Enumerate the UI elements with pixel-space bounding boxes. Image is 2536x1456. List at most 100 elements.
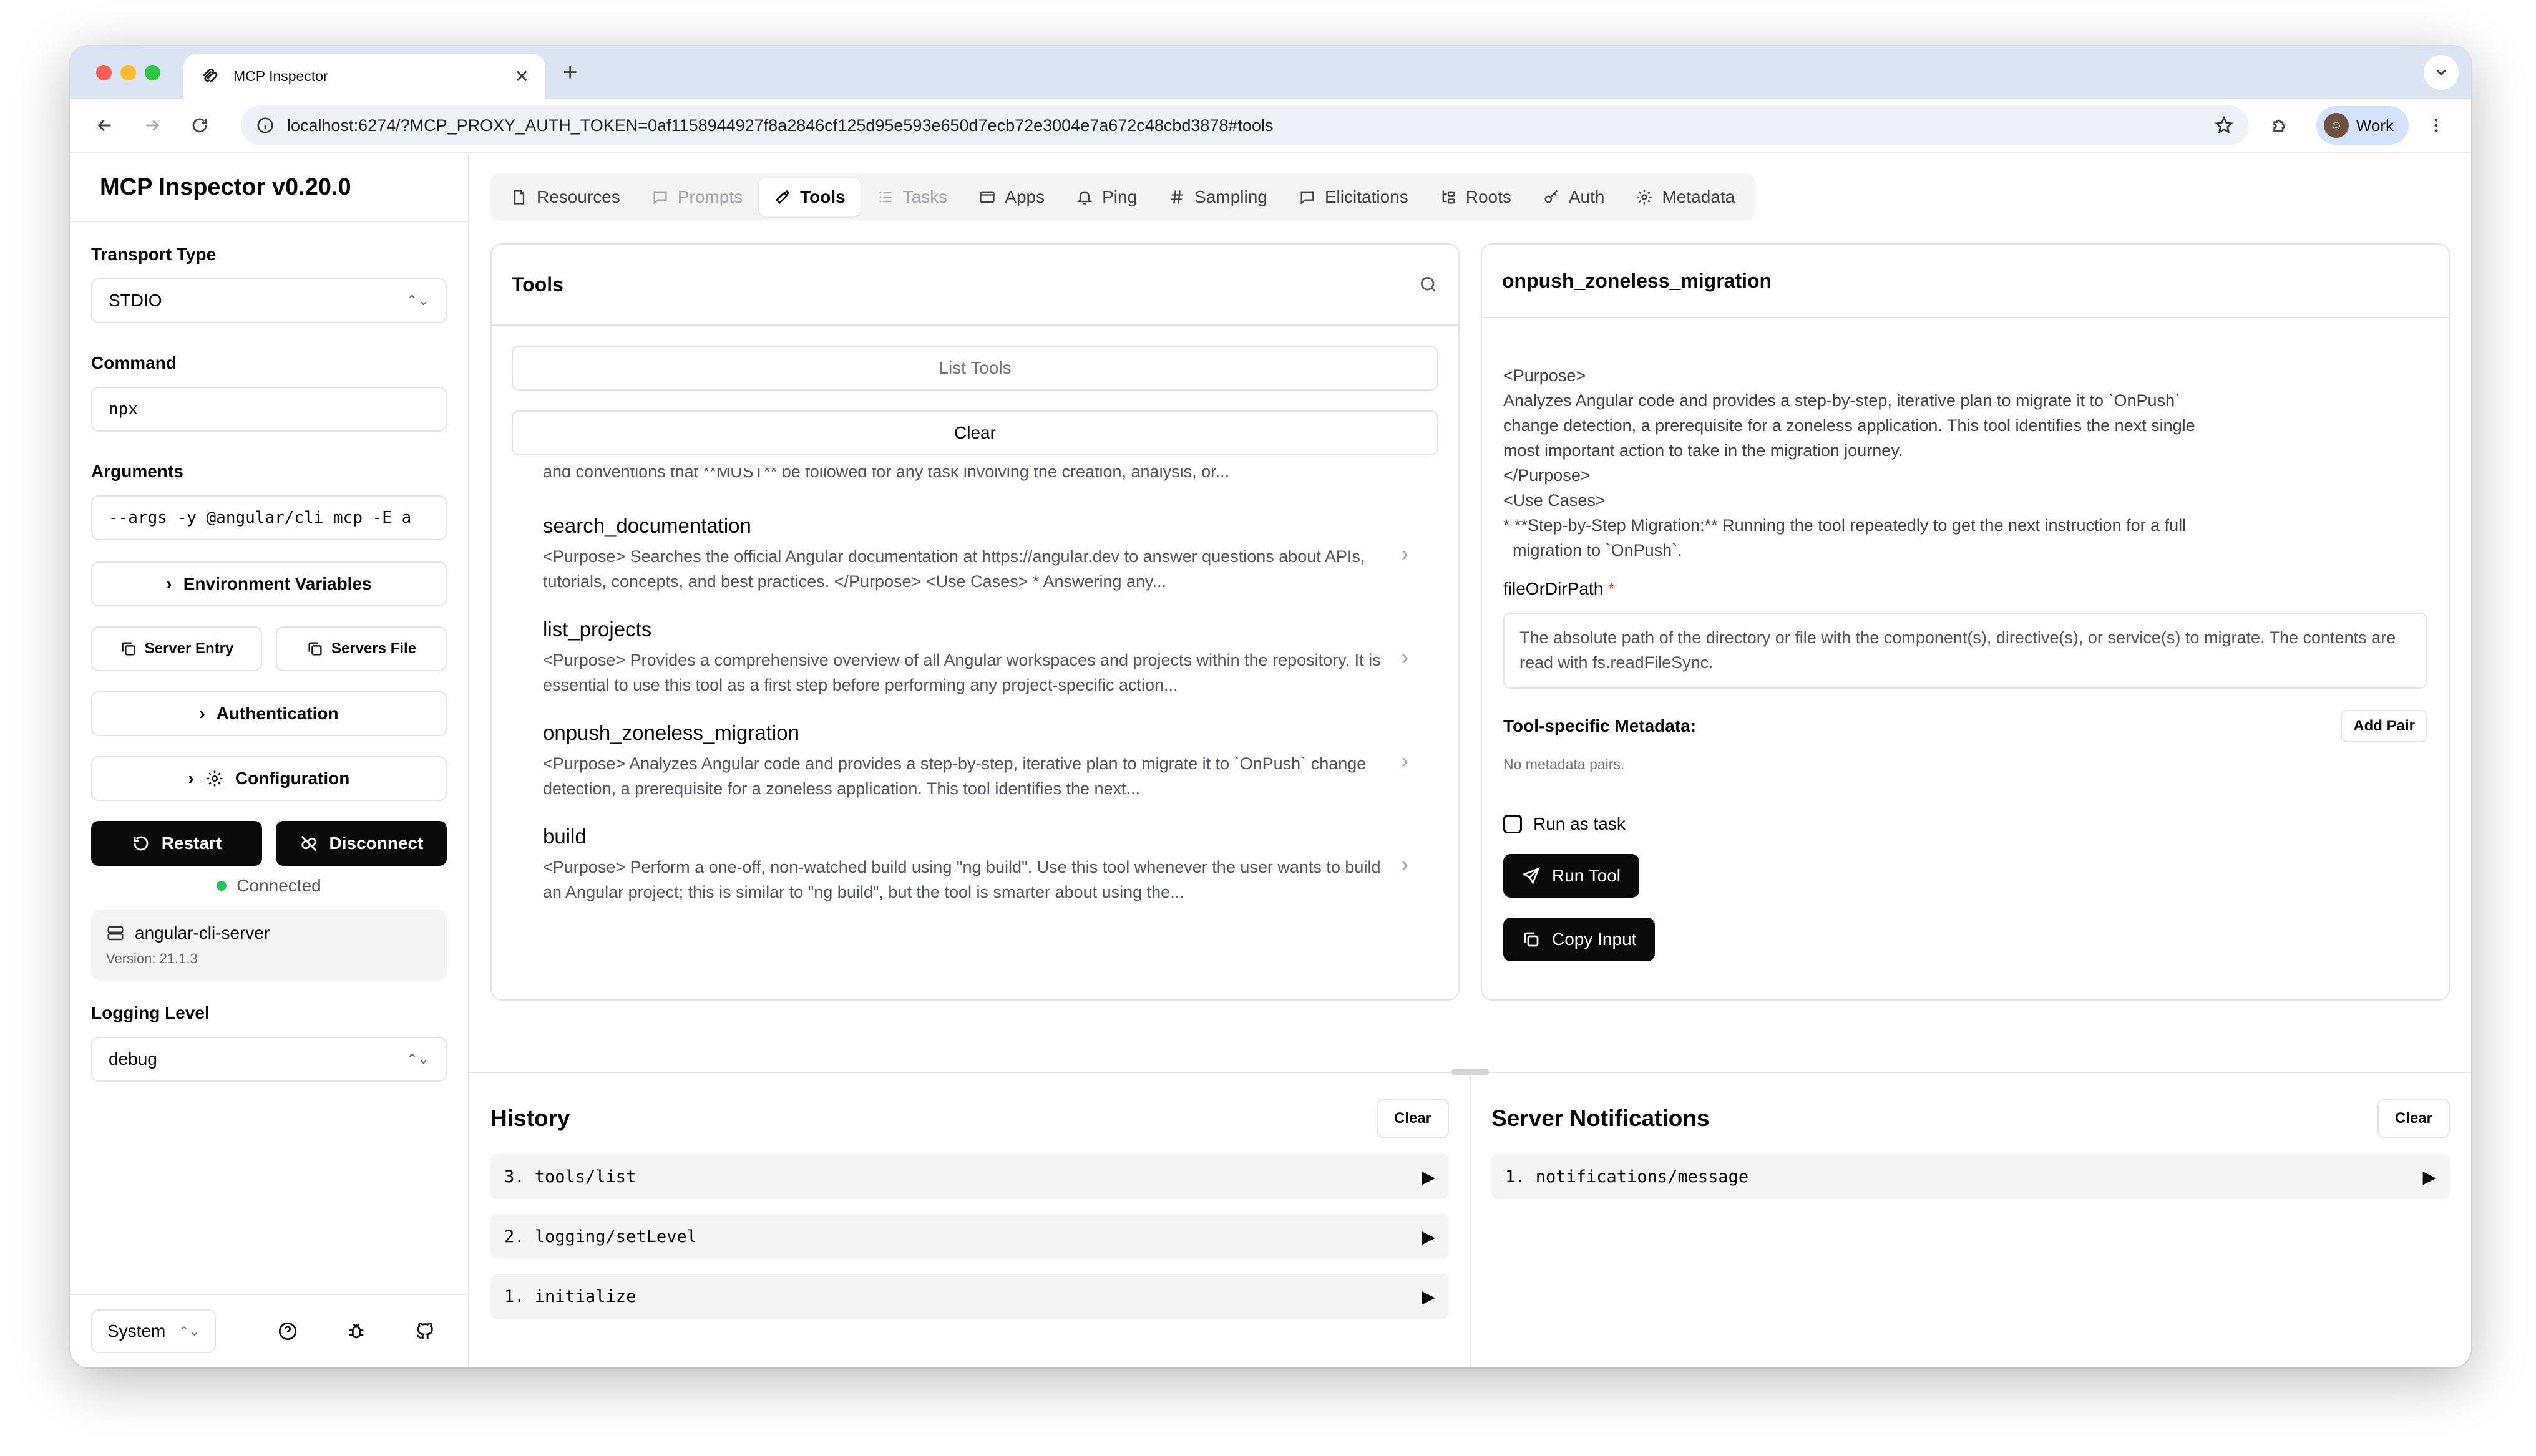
site-info-icon[interactable] [256,116,275,135]
tool-name: list_projects [543,618,652,641]
address-bar[interactable]: localhost:6274/?MCP_PROXY_AUTH_TOKEN=0af… [241,105,2249,145]
server-entry-label: Server Entry [144,640,234,657]
authentication-button[interactable]: › Authentication [91,691,447,736]
forward-button[interactable] [134,107,171,144]
url-text[interactable]: localhost:6274/?MCP_PROXY_AUTH_TOKEN=0af… [287,116,2214,135]
server-entry-button[interactable]: Server Entry [91,626,262,671]
tool-detail-description: <Purpose> Analyzes Angular code and prov… [1503,366,2195,560]
chevron-right-icon: › [166,574,172,593]
clear-tools-button[interactable]: Clear [512,410,1438,455]
file-or-dir-path-input[interactable]: The absolute path of the directory or fi… [1503,613,2427,689]
run-tool-label: Run Tool [1552,866,1621,885]
tab-roots[interactable]: Roots [1425,178,1526,216]
tab-label: Tasks [902,187,948,206]
tab-prompts[interactable]: Prompts [636,178,758,216]
transport-type-select[interactable]: STDIO ⌃⌄ [91,278,447,323]
run-tool-button[interactable]: Run Tool [1503,854,1640,898]
tab-tasks[interactable]: Tasks [862,178,963,216]
servers-file-button[interactable]: Servers File [276,626,447,671]
back-button[interactable] [86,107,124,144]
run-as-task-checkbox[interactable]: Run as task [1503,814,2427,834]
list-item[interactable]: and conventions that **MUST** be followe… [512,468,1438,484]
browser-menu-button[interactable] [2417,107,2455,144]
environment-variables-button[interactable]: › Environment Variables [91,561,447,606]
tab-label: Auth [1568,187,1605,206]
debug-button[interactable] [334,1309,378,1353]
tool-detail-card: onpush_zoneless_migration <Purpose> Anal… [1481,243,2450,1001]
list-item[interactable]: build <Purpose> Perform a one-off, non-wa… [512,825,1438,905]
list-tools-button[interactable]: List Tools [512,346,1438,391]
theme-select[interactable]: System ⌃⌄ [91,1309,216,1353]
tool-name: onpush_zoneless_migration [543,721,799,744]
tool-description: and conventions that **MUST** be followe… [543,468,1230,481]
tab-tools[interactable]: Tools [759,178,861,216]
notifications-list: 1. notifications/message ▶ [1491,1154,2450,1199]
tab-apps[interactable]: Apps [963,178,1060,216]
tab-metadata[interactable]: Metadata [1621,178,1750,216]
tab-resources[interactable]: Resources [495,178,635,216]
play-icon[interactable]: ▶ [2422,1167,2436,1187]
logging-level-value: debug [109,1049,157,1069]
window-controls [96,65,160,80]
arguments-input[interactable]: --args -y @angular/cli mcp -E a [91,495,447,540]
browser-tab-strip: MCP Inspector ✕ + [70,46,2471,99]
tab-label: Metadata [1662,187,1735,206]
chevron-right-icon: › [1401,749,1408,773]
copy-icon [1522,930,1541,949]
list-item[interactable]: onpush_zoneless_migration <Purpose> Analy… [512,721,1438,801]
tab-elicitations[interactable]: Elicitations [1284,178,1423,216]
play-icon[interactable]: ▶ [1422,1286,1435,1307]
close-window-button[interactable] [96,65,112,80]
clear-notifications-button[interactable]: Clear [2377,1099,2450,1138]
profile-button[interactable]: ☺ Work [2316,106,2409,145]
tool-detail-title: onpush_zoneless_migration [1482,245,2449,318]
minimize-window-button[interactable] [120,65,136,80]
github-button[interactable] [403,1309,447,1353]
configuration-button[interactable]: › Configuration [91,756,447,801]
browser-tab[interactable]: MCP Inspector ✕ [183,54,545,99]
copy-input-button[interactable]: Copy Input [1503,918,1656,961]
zoom-window-button[interactable] [145,65,160,80]
logging-level-select[interactable]: debug ⌃⌄ [91,1037,447,1082]
search-icon[interactable] [1418,274,1438,294]
list-item[interactable]: list_projects <Purpose> Provides a compre… [512,618,1438,697]
new-tab-icon[interactable]: + [563,59,577,86]
disconnect-button[interactable]: Disconnect [276,821,447,866]
tab-auth[interactable]: Auth [1528,178,1620,216]
bug-icon [346,1321,367,1342]
server-name: angular-cli-server [135,923,270,943]
list-item[interactable]: search_documentation <Purpose> Searches t… [512,514,1438,594]
clear-history-button[interactable]: Clear [1376,1099,1449,1138]
play-icon[interactable]: ▶ [1422,1167,1435,1187]
request-method: 3. tools/list [504,1167,636,1187]
list-item[interactable]: 2. logging/setLevel ▶ [490,1214,1449,1259]
list-item[interactable]: 3. tools/list ▶ [490,1154,1449,1199]
gear-icon [205,769,224,788]
chevron-right-icon: › [1401,645,1408,669]
list-item[interactable]: 1. initialize ▶ [490,1274,1449,1319]
command-input[interactable]: npx [91,387,447,432]
theme-value: System [107,1321,166,1341]
main-area: Resources Prompts Tools Tasks Apps Ping Sampli… [469,153,2471,1367]
copy-icon [306,640,324,658]
list-item[interactable]: 1. notifications/message ▶ [1491,1154,2450,1199]
tool-list: and conventions that **MUST** be followe… [512,468,1438,962]
play-icon[interactable]: ▶ [1422,1226,1435,1247]
extensions-button[interactable] [2261,107,2299,144]
authentication-label: Authentication [216,704,339,723]
reload-button[interactable] [181,107,218,144]
rotate-ccw-icon [132,834,150,853]
tab-search-button[interactable] [2424,55,2459,90]
tab-label: Apps [1005,187,1045,206]
tab-sampling[interactable]: Sampling [1153,178,1282,216]
bookmark-star-icon[interactable] [2214,115,2234,135]
add-pair-button[interactable]: Add Pair [2341,710,2427,742]
request-method: 1. initialize [504,1286,636,1306]
close-tab-icon[interactable]: ✕ [515,66,529,87]
servers-file-label: Servers File [331,640,417,657]
restart-button[interactable]: Restart [91,821,262,866]
panel-resize-handle[interactable] [1451,1069,1489,1075]
help-button[interactable] [266,1309,310,1353]
tab-label: Prompts [677,187,743,206]
tab-ping[interactable]: Ping [1061,178,1152,216]
